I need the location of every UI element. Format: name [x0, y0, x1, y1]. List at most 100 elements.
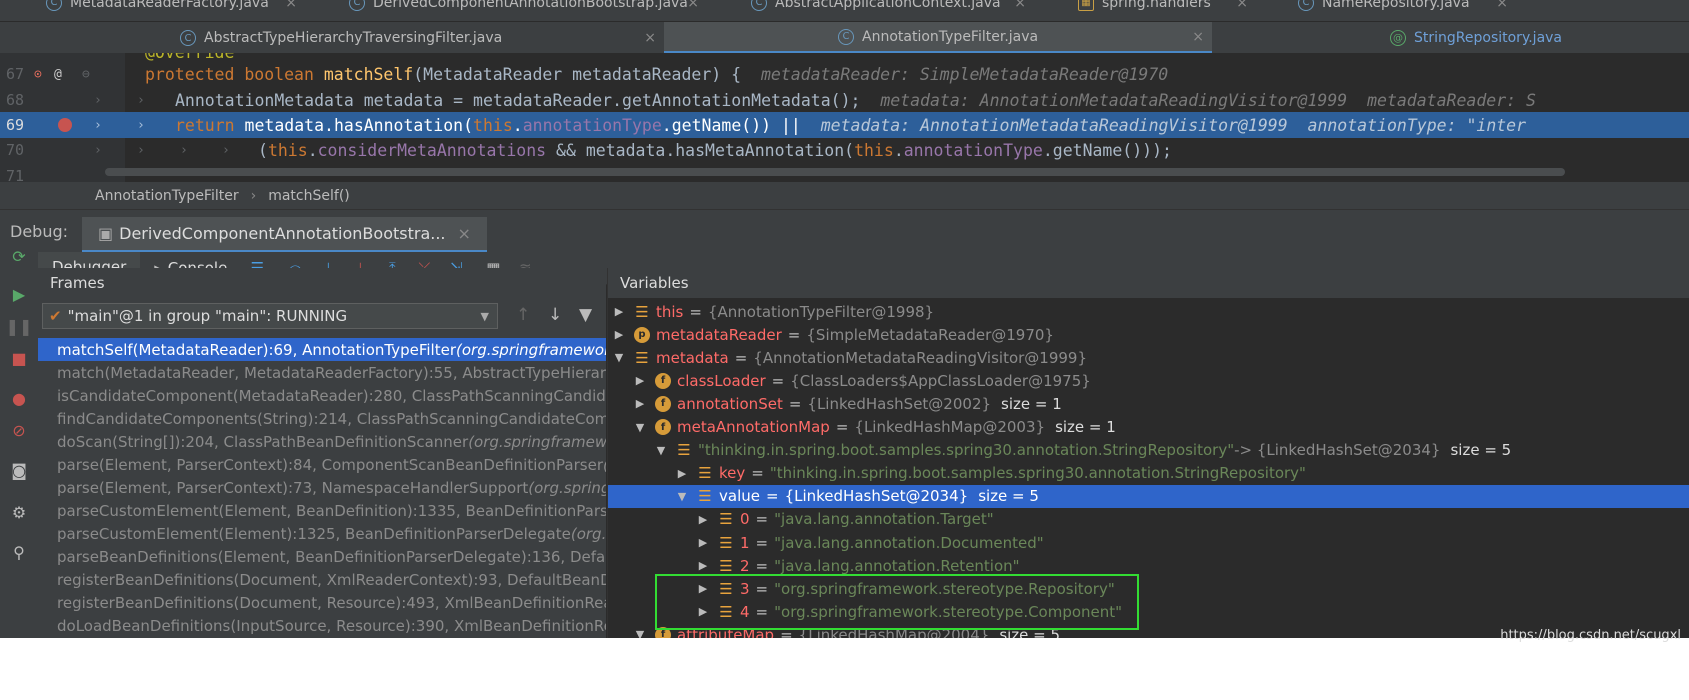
variable-row[interactable]: ▶ f annotationSet = {LinkedHashSet@2002} size… [608, 392, 1689, 415]
tab-annotationtypefilter[interactable]: C AnnotationTypeFilter.java × [664, 22, 1212, 54]
rerun-icon[interactable]: ⟳ [9, 246, 29, 266]
variable-name: value [719, 487, 760, 506]
frame-row[interactable]: registerBeanDefinitions(Document, XmlRea… [38, 568, 606, 591]
thread-selector[interactable]: ✔ "main"@1 in group "main": RUNNING ▼ [42, 303, 498, 329]
debug-session-tab[interactable]: ▣ DerivedComponentAnnotationBootstra... … [82, 217, 487, 253]
variable-row[interactable]: ▶ ☰ 1 = "java.lang.annotation.Documented" [608, 531, 1689, 554]
breadcrumb-method[interactable]: matchSelf() [268, 188, 350, 204]
collapse-arrow-icon[interactable]: ▼ [654, 444, 668, 457]
tab-stringrepository[interactable]: @ StringRepository.java [1212, 22, 1689, 54]
frame-row[interactable]: parseBeanDefinitions(Element, BeanDefini… [38, 545, 606, 568]
annotation-icon: @ [1390, 30, 1406, 46]
field-icon: f [655, 419, 671, 435]
frame-row[interactable]: matchSelf(MetadataReader):69, Annotation… [38, 338, 606, 361]
variable-row[interactable]: ▼ ☰ "thinking.in.spring.boot.samples.sprin… [608, 439, 1689, 462]
expand-arrow-icon[interactable]: ▶ [633, 397, 647, 410]
arrow-up-icon[interactable]: ↑ [516, 305, 530, 325]
fold-icon[interactable]: ⊖ [82, 67, 90, 82]
equals-sign: = [755, 533, 769, 552]
tab-namerepository[interactable]: C NameRepository.java × [1256, 0, 1516, 13]
close-icon[interactable]: × [644, 30, 656, 46]
frame-text: isCandidateComponent(MetadataReader):280… [57, 386, 606, 405]
expand-arrow-icon[interactable]: ▶ [633, 374, 647, 387]
frame-row[interactable]: findCandidateComponents(String):214, Cla… [38, 407, 606, 430]
expand-arrow-icon[interactable]: ▶ [612, 328, 626, 341]
expand-arrow-icon[interactable]: ▶ [675, 467, 689, 480]
variable-name: 0 [740, 510, 750, 529]
variable-row[interactable]: ▶ p metadataReader = {SimpleMetadataReader@1… [608, 323, 1689, 346]
camera-icon[interactable]: ◙ [9, 460, 29, 480]
tab-spring-handlers[interactable]: ▦ spring.handlers × [1034, 0, 1256, 13]
variable-row[interactable]: ▶ ☰ this = {AnnotationTypeFilter@1998} [608, 300, 1689, 323]
pin-icon[interactable]: ⚲ [9, 542, 29, 562]
collapse-arrow-icon[interactable]: ▼ [633, 421, 647, 434]
collapse-arrow-icon[interactable]: ▼ [675, 490, 689, 503]
horizontal-scrollbar[interactable] [105, 168, 1565, 176]
equals-sign: = [734, 348, 748, 367]
code-part: .getName()) || [661, 115, 801, 135]
code-text: (this.considerMetaAnnotations && metadat… [258, 141, 1172, 160]
tab-abstractapplicationcontext[interactable]: C AbstractApplicationContext.java × [707, 0, 1034, 13]
frame-row[interactable]: parseCustomElement(Element):1325, BeanDe… [38, 522, 606, 545]
breakpoint-icon[interactable] [58, 118, 72, 132]
equals-sign: = [755, 556, 769, 575]
close-icon[interactable]: × [285, 0, 297, 11]
close-icon[interactable]: × [458, 224, 471, 243]
code-text: AnnotationMetadata metadata = metadataRe… [175, 91, 1536, 110]
equals-sign: = [751, 464, 764, 483]
frame-package: (org.springframework [468, 432, 606, 451]
tab-abstracttypehierarchytraversingfilter[interactable]: C AbstractTypeHierarchyTraversingFilter.… [0, 22, 664, 54]
variable-value: {LinkedHashSet@2002} [807, 394, 992, 413]
close-icon[interactable]: × [1192, 29, 1204, 45]
variable-row[interactable]: ▼ ☰ value = {LinkedHashSet@2034} size = 5 [608, 484, 1689, 508]
variable-name: 1 [740, 533, 750, 552]
close-icon[interactable]: × [1496, 0, 1508, 11]
tab-label: spring.handlers [1102, 0, 1211, 11]
page-bottom-strip [0, 638, 1689, 700]
variable-row[interactable]: ▼ ☰ metadata = {AnnotationMetadataReadingVis… [608, 346, 1689, 369]
view-breakpoints-icon[interactable]: ● [9, 388, 29, 408]
keyword: this [854, 140, 894, 160]
expand-arrow-icon[interactable]: ▶ [696, 536, 710, 549]
field-icon: f [655, 372, 671, 389]
frame-row[interactable]: doScan(String[]):204, ClassPathBeanDefin… [38, 430, 606, 453]
frame-row[interactable]: parse(Element, ParserContext):84, Compon… [38, 453, 606, 476]
frame-row[interactable]: registerBeanDefinitions(Document, Resour… [38, 591, 606, 614]
filter-icon[interactable]: ▼ [579, 305, 592, 325]
close-icon[interactable]: × [687, 0, 699, 11]
variable-row[interactable]: ▼ f metaAnnotationMap = {LinkedHashMap@2003}… [608, 416, 1689, 439]
collapse-arrow-icon[interactable]: ▼ [612, 351, 626, 364]
inline-debug-value: metadata: AnnotationMetadataReadingVisit… [880, 90, 1536, 110]
code-editor[interactable]: @Override 67 ⊙ @ ⊖ protected boolean mat… [0, 53, 1689, 182]
close-icon[interactable]: × [1014, 0, 1026, 11]
variable-row[interactable]: ▶ ☰ key = "thinking.in.spring.boot.samples.s… [608, 462, 1689, 485]
frame-text: matchSelf(MetadataReader):69, Annotation… [57, 340, 456, 359]
settings-icon[interactable]: ⚙ [9, 502, 29, 522]
indent-arrow-icon: › [137, 117, 145, 133]
arrow-down-icon[interactable]: ↓ [548, 305, 562, 325]
frame-row[interactable]: parseCustomElement(Element, BeanDefiniti… [38, 499, 606, 522]
frame-row[interactable]: isCandidateComponent(MetadataReader):280… [38, 384, 606, 407]
pause-icon[interactable]: ❚❚ [6, 316, 33, 336]
resume-icon[interactable]: ▶ [9, 284, 29, 304]
mute-breakpoints-icon[interactable]: ⊘ [9, 420, 29, 440]
expand-arrow-icon[interactable]: ▶ [696, 559, 710, 572]
field-name: annotationType [903, 140, 1043, 160]
expand-arrow-icon[interactable]: ▶ [696, 513, 710, 526]
frame-text: parseCustomElement(Element, BeanDefiniti… [57, 501, 606, 520]
string-value: "java.lang.annotation.Target" [774, 510, 994, 529]
breadcrumb-class[interactable]: AnnotationTypeFilter [95, 188, 239, 204]
variable-row[interactable]: ▶ ☰ 0 = "java.lang.annotation.Target" [608, 508, 1689, 531]
tab-metadatareaderfactory[interactable]: C MetadataReaderFactory.java × [0, 0, 305, 13]
frame-row[interactable]: doLoadBeanDefinitions(InputSource, Resou… [38, 614, 606, 637]
frame-row[interactable]: match(MetadataReader, MetadataReaderFact… [38, 361, 606, 384]
frame-row[interactable]: parse(Element, ParserContext):73, Namesp… [38, 476, 606, 499]
equals-sign: = [787, 325, 801, 344]
tab-derivedcomponentannotationbootstrap[interactable]: C DerivedComponentAnnotationBootstrap.ja… [305, 0, 707, 13]
variable-row[interactable]: ▶ f classLoader = {ClassLoaders$AppClassLoad… [608, 369, 1689, 392]
frame-text: registerBeanDefinitions(Document, Resour… [57, 593, 606, 612]
expand-arrow-icon[interactable]: ▶ [612, 305, 626, 318]
line-number: 69 [6, 116, 25, 134]
stop-icon[interactable]: ■ [9, 348, 29, 368]
close-icon[interactable]: × [1236, 0, 1248, 11]
